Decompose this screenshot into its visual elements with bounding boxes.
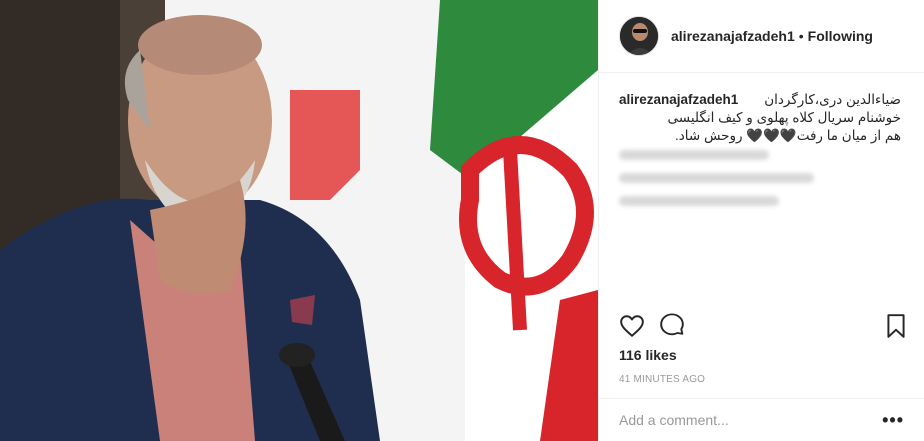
likes-count[interactable]: 116 likes	[619, 347, 677, 363]
post-detail-panel: alirezanajafzadeh1 • Following alirezana…	[599, 0, 924, 441]
caption-text-1: ضیاءالدین دری،کارگردان	[764, 92, 901, 107]
more-options-icon[interactable]: •••	[882, 410, 904, 431]
heart-icon[interactable]	[619, 313, 645, 339]
blurred-comment	[619, 196, 779, 206]
caption-text-3: هم از میان ما رفت🖤🖤🖤 روحش شاد.	[675, 128, 901, 143]
username-link[interactable]: alirezanajafzadeh1	[671, 28, 795, 44]
caption-username-link[interactable]: alirezanajafzadeh1	[619, 91, 738, 109]
separator-dot: •	[798, 28, 804, 44]
caption-text-2: خوشنام سریال کلاه پهلوی و کیف انگلیسی	[667, 110, 901, 125]
post-timestamp[interactable]: 41 MINUTES AGO	[619, 374, 705, 385]
header-text: alirezanajafzadeh1 • Following	[671, 28, 873, 44]
blurred-comments	[619, 150, 819, 219]
post-actions	[619, 311, 909, 341]
comment-input[interactable]	[619, 412, 883, 428]
caption-line-1: alirezanajafzadeh1 ضیاءالدین دری،کارگردا…	[619, 91, 901, 109]
post-header: alirezanajafzadeh1 • Following	[599, 0, 924, 73]
comment-bar: •••	[599, 398, 924, 441]
avatar-image	[620, 17, 658, 55]
post-photo-illustration	[0, 0, 598, 441]
bookmark-icon[interactable]	[883, 313, 909, 339]
avatar[interactable]	[619, 16, 659, 56]
blurred-comment	[619, 150, 769, 160]
post-photo[interactable]	[0, 0, 598, 441]
blurred-comment	[619, 173, 814, 183]
comment-bubble-icon[interactable]	[659, 313, 685, 339]
following-button[interactable]: Following	[808, 28, 873, 44]
post-caption: alirezanajafzadeh1 ضیاءالدین دری،کارگردا…	[619, 91, 901, 145]
